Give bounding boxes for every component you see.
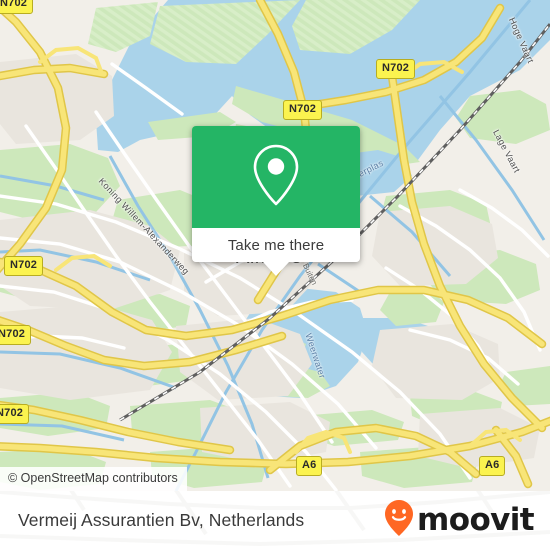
take-me-there-button[interactable]: Take me there (228, 237, 324, 254)
poi-popup-card[interactable]: Take me there (192, 126, 360, 276)
moovit-logo[interactable]: moovit (384, 499, 535, 542)
map-pin-icon (248, 142, 304, 213)
card-pointer-tail (263, 262, 289, 276)
map-screenshot-root: Koning Willem-Alexanderweg Lage Vaart Ho… (0, 0, 550, 550)
moovit-wordmark: moovit (417, 502, 535, 538)
moovit-pin-smiley-icon (384, 499, 414, 542)
poi-card-action-area[interactable]: Take me there (192, 228, 360, 276)
footer-bar: Vermeij Assurantien Bv, Netherlands moov… (0, 491, 550, 550)
poi-card-image-area (192, 126, 360, 228)
page-title: Vermeij Assurantien Bv, Netherlands (18, 510, 305, 530)
osm-attribution[interactable]: © OpenStreetMap contributors (0, 467, 187, 491)
map-viewport[interactable]: Koning Willem-Alexanderweg Lage Vaart Ho… (0, 0, 550, 491)
